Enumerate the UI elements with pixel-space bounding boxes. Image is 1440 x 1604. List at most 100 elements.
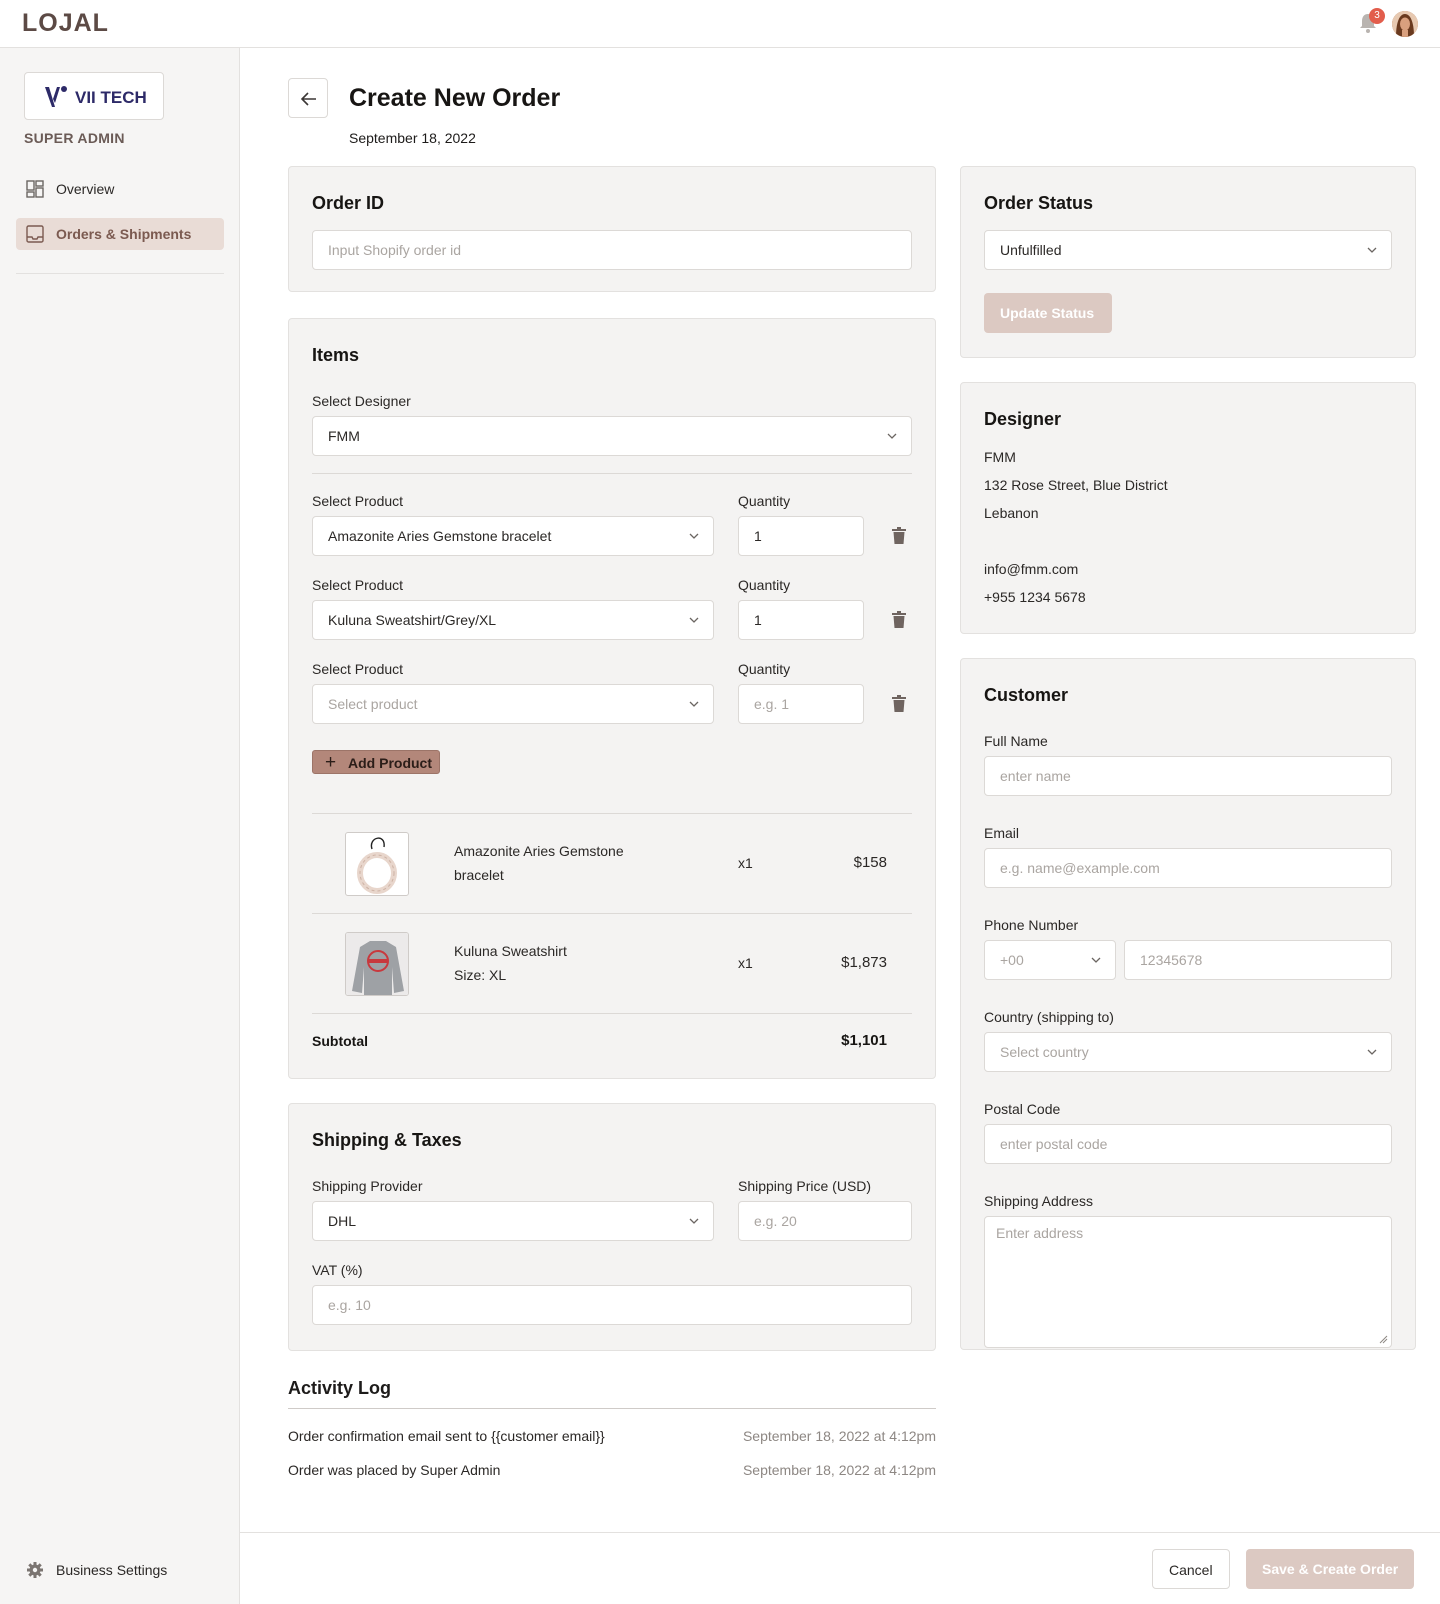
chevron-down-icon: [689, 617, 699, 623]
shipping-address-textarea[interactable]: Enter address: [984, 1216, 1392, 1348]
designer-email: info@fmm.com: [984, 561, 1079, 577]
quantity-input[interactable]: 1: [738, 516, 864, 556]
button-label: Add Product: [348, 755, 432, 771]
phone-label: Phone Number: [984, 917, 1079, 933]
brand-logo-icon: [45, 86, 67, 107]
input-placeholder: e.g. name@example.com: [1000, 860, 1160, 876]
line-item-price: $158: [853, 854, 887, 871]
input-placeholder: Enter address: [996, 1225, 1084, 1241]
order-id-input[interactable]: Input Shopify order id: [312, 230, 912, 270]
divider: [312, 1013, 912, 1014]
product-label: Select Product: [312, 493, 404, 509]
trash-icon[interactable]: [892, 695, 906, 712]
product-thumbnail: [345, 832, 409, 896]
trash-icon[interactable]: [892, 611, 906, 628]
designer-select[interactable]: FMM: [312, 416, 912, 456]
phone-code-select[interactable]: +00: [984, 940, 1116, 980]
shipping-taxes-card: Shipping & Taxes Shipping Provider Shipp…: [288, 1103, 936, 1351]
select-value: FMM: [328, 428, 360, 444]
brand-card[interactable]: VII TECH: [24, 72, 164, 120]
input-placeholder: enter postal code: [1000, 1136, 1108, 1152]
resize-handle-icon[interactable]: [1379, 1335, 1388, 1344]
notification-badge: 3: [1369, 8, 1385, 24]
select-value: Unfulfilled: [1000, 242, 1062, 258]
divider: [312, 813, 912, 814]
select-placeholder: Select country: [1000, 1044, 1089, 1060]
postal-code-label: Postal Code: [984, 1101, 1061, 1117]
sidebar-item-label: Business Settings: [56, 1562, 168, 1578]
postal-code-input[interactable]: enter postal code: [984, 1124, 1392, 1164]
activity-entry-time: September 18, 2022 at 4:12pm: [742, 1428, 936, 1444]
chevron-down-icon: [689, 1218, 699, 1224]
sidebar-item-label: Orders & Shipments: [56, 226, 192, 242]
user-avatar[interactable]: [1392, 11, 1418, 37]
quantity-input[interactable]: 1: [738, 600, 864, 640]
sidebar: VII TECH SUPER ADMIN Overview Orders & S…: [0, 48, 240, 1604]
line-item-name: Kuluna Sweatshirt Size: XL: [454, 943, 567, 983]
phone-number-input[interactable]: 12345678: [1124, 940, 1392, 980]
email-field[interactable]: e.g. name@example.com: [984, 848, 1392, 888]
product-select[interactable]: Kuluna Sweatshirt/Grey/XL: [312, 600, 714, 640]
input-placeholder: 12345678: [1140, 952, 1203, 968]
designer-card: Designer FMM 132 Rose Street, Blue Distr…: [960, 382, 1416, 634]
card-title: Order Status: [984, 193, 1094, 213]
line-item-quantity: x1: [738, 955, 753, 971]
product-select[interactable]: Select product: [312, 684, 714, 724]
arrow-left-icon: [300, 92, 316, 106]
full-name-input[interactable]: enter name: [984, 756, 1392, 796]
back-button[interactable]: [288, 78, 328, 118]
quantity-input[interactable]: e.g. 1: [738, 684, 864, 724]
trash-icon[interactable]: [892, 527, 906, 544]
customer-card: Customer Full Name enter name Email e.g.…: [960, 658, 1416, 1350]
activity-log-title: Activity Log: [288, 1378, 392, 1398]
shipping-address-label: Shipping Address: [984, 1193, 1093, 1209]
sidebar-item-orders-shipments[interactable]: Orders & Shipments: [16, 218, 224, 250]
order-status-select[interactable]: Unfulfilled: [984, 230, 1392, 270]
divider: [312, 473, 912, 474]
email-label: Email: [984, 825, 1020, 841]
app-logo[interactable]: LOJAL: [22, 9, 109, 38]
update-status-button[interactable]: Update Status: [984, 293, 1112, 333]
input-placeholder: Input Shopify order id: [328, 242, 462, 258]
divider: [288, 1408, 936, 1409]
shipping-provider-select[interactable]: DHL: [312, 1201, 714, 1241]
country-label: Country (shipping to): [984, 1009, 1114, 1025]
cancel-button[interactable]: Cancel: [1152, 1549, 1230, 1589]
line-item-price: $1,873: [841, 954, 887, 971]
add-product-button[interactable]: + Add Product: [312, 750, 440, 774]
input-placeholder: e.g. 10: [328, 1297, 371, 1313]
input-placeholder: e.g. 1: [754, 696, 790, 712]
vat-input[interactable]: e.g. 10: [312, 1285, 912, 1325]
designer-address-line2: Lebanon: [984, 505, 1039, 521]
chevron-down-icon: [1367, 247, 1377, 253]
chevron-down-icon: [1367, 1049, 1377, 1055]
shipping-price-input[interactable]: e.g. 20: [738, 1201, 912, 1241]
inbox-icon: [26, 225, 44, 243]
designer-label: Select Designer: [312, 393, 411, 409]
items-card: Items Select Designer FMM Select Product…: [288, 318, 936, 1079]
subtotal-value: $1,101: [841, 1032, 887, 1049]
designer-phone: +955 1234 5678: [984, 589, 1086, 605]
product-thumbnail: [345, 932, 409, 996]
card-title: Shipping & Taxes: [312, 1130, 462, 1150]
divider: [312, 913, 912, 914]
input-value: 1: [754, 528, 762, 544]
chevron-down-icon: [1091, 957, 1101, 963]
save-create-order-button[interactable]: Save & Create Order: [1246, 1549, 1414, 1589]
quantity-label: Quantity: [738, 661, 791, 677]
select-placeholder: Select product: [328, 696, 418, 712]
line-item-name: Amazonite Aries Gemstone bracelet: [454, 843, 624, 883]
shipping-provider-label: Shipping Provider: [312, 1178, 423, 1194]
input-placeholder: e.g. 20: [754, 1213, 797, 1229]
product-label: Select Product: [312, 577, 404, 593]
card-title: Designer: [984, 409, 1062, 429]
designer-name: FMM: [984, 449, 1016, 465]
chevron-down-icon: [887, 433, 897, 439]
order-id-card: Order ID Input Shopify order id: [288, 166, 936, 292]
main-content: Create New Order September 18, 2022 Orde…: [240, 48, 1440, 1604]
country-select[interactable]: Select country: [984, 1032, 1392, 1072]
quantity-label: Quantity: [738, 493, 791, 509]
chevron-down-icon: [689, 701, 699, 707]
product-select[interactable]: Amazonite Aries Gemstone bracelet: [312, 516, 714, 556]
sidebar-item-overview[interactable]: Overview: [16, 173, 224, 205]
